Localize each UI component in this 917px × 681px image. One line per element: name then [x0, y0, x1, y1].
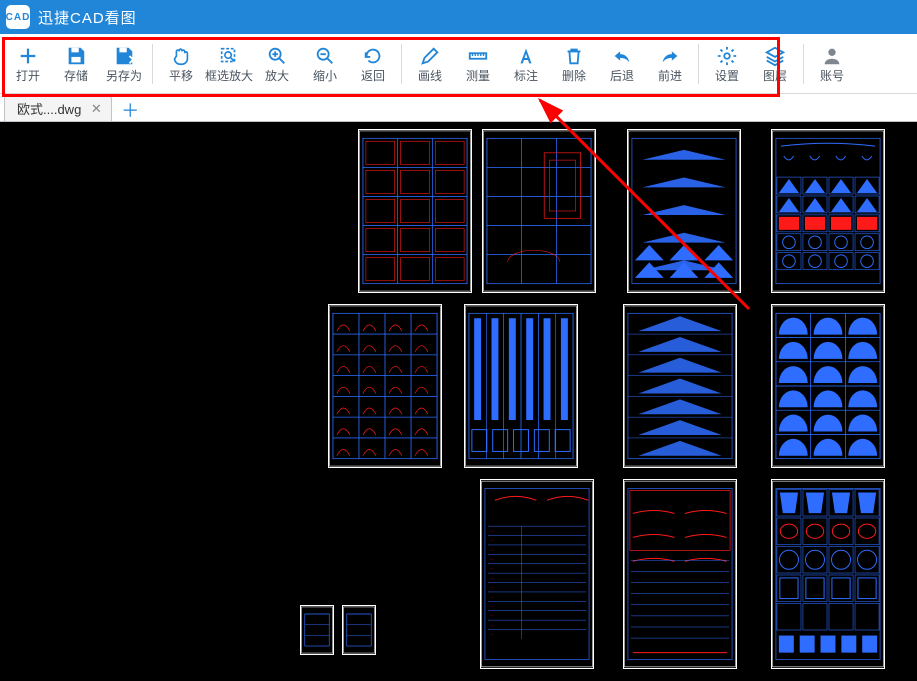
svg-text:—: —: [490, 529, 493, 533]
settings-button[interactable]: 设置: [703, 37, 751, 91]
account-button[interactable]: 账号: [808, 37, 856, 91]
cad-sheet[interactable]: [464, 304, 578, 468]
tab-bar: 欧式....dwg ✕ ＋: [0, 94, 917, 122]
annotate-button[interactable]: 标注: [502, 37, 550, 91]
toolbar-label: 存储: [64, 69, 88, 83]
save-as-icon: [113, 45, 135, 67]
tab-label: 欧式....dwg: [17, 99, 81, 118]
document-tab[interactable]: 欧式....dwg ✕: [4, 95, 112, 121]
line-button[interactable]: 画线: [406, 37, 454, 91]
toolbar-label: 打开: [16, 69, 40, 83]
toolbar-label: 测量: [466, 69, 490, 83]
cad-sheet[interactable]: [627, 129, 741, 293]
cad-sheet[interactable]: — — — — — — — — — — — —: [480, 479, 594, 669]
svg-text:—: —: [490, 576, 493, 580]
toolbar-divider: [803, 44, 804, 84]
toolbar-label: 前进: [658, 69, 682, 83]
toolbar-label: 缩小: [313, 69, 337, 83]
plus-icon: [17, 45, 39, 67]
svg-text:—: —: [490, 614, 493, 618]
svg-text:—: —: [490, 623, 493, 627]
toolbar-divider: [698, 44, 699, 84]
save-icon: [65, 45, 87, 67]
app-logo: CAD: [6, 5, 30, 29]
zoom-window-icon: [218, 45, 240, 67]
open-button[interactable]: 打开: [4, 37, 52, 91]
undo-button[interactable]: 后退: [598, 37, 646, 91]
toolbar-label: 平移: [169, 69, 193, 83]
cad-sheet[interactable]: [328, 304, 442, 468]
toolbar-divider: [152, 44, 153, 84]
text-icon: [515, 45, 537, 67]
zoom-out-icon: [314, 45, 336, 67]
redo-button[interactable]: 前进: [646, 37, 694, 91]
delete-button[interactable]: 删除: [550, 37, 598, 91]
hand-icon: [170, 45, 192, 67]
zoom-window-button[interactable]: 框选放大: [205, 37, 253, 91]
svg-text:—: —: [490, 548, 493, 552]
redo-icon: [659, 45, 681, 67]
add-tab-button[interactable]: ＋: [118, 99, 142, 121]
svg-text:—: —: [490, 595, 493, 599]
cad-sheet[interactable]: [623, 304, 737, 468]
svg-text:—: —: [490, 604, 493, 608]
cad-sheet[interactable]: [482, 129, 596, 293]
pan-button[interactable]: 平移: [157, 37, 205, 91]
cad-canvas[interactable]: — — — — — — — — — — — —: [0, 122, 917, 681]
title-bar: CAD 迅捷CAD看图: [0, 0, 917, 34]
back-button[interactable]: 返回: [349, 37, 397, 91]
ruler-icon: [467, 45, 489, 67]
measure-button[interactable]: 测量: [454, 37, 502, 91]
toolbar-label: 图层: [763, 69, 787, 83]
layers-button[interactable]: 图层: [751, 37, 799, 91]
cad-sheet[interactable]: [623, 479, 737, 669]
undo-icon: [611, 45, 633, 67]
toolbar-label: 标注: [514, 69, 538, 83]
cad-sheet[interactable]: [358, 129, 472, 293]
zoom-out-button[interactable]: 缩小: [301, 37, 349, 91]
layers-icon: [764, 45, 786, 67]
svg-text:—: —: [490, 557, 493, 561]
close-tab-icon[interactable]: ✕: [89, 102, 103, 116]
save-as-button[interactable]: 另存为: [100, 37, 148, 91]
main-toolbar: 打开 存储 另存为 平移框选放大放大 缩小 返回 画线 测量 标注 删除 后退 前进 设置 图层 账号: [0, 34, 917, 94]
trash-icon: [563, 45, 585, 67]
cad-sheet[interactable]: [771, 129, 885, 293]
toolbar-divider: [401, 44, 402, 84]
gear-icon: [716, 45, 738, 67]
zoom-in-button[interactable]: 放大: [253, 37, 301, 91]
pencil-icon: [419, 45, 441, 67]
user-icon: [821, 45, 843, 67]
toolbar-label: 框选放大: [205, 69, 253, 83]
cad-sheet[interactable]: [300, 605, 334, 655]
toolbar-label: 账号: [820, 69, 844, 83]
save-button[interactable]: 存储: [52, 37, 100, 91]
cad-sheet[interactable]: [342, 605, 376, 655]
app-title: 迅捷CAD看图: [38, 7, 137, 28]
toolbar-label: 放大: [265, 69, 289, 83]
svg-text:—: —: [490, 585, 493, 589]
cad-sheet[interactable]: [771, 304, 885, 468]
toolbar-label: 返回: [361, 69, 385, 83]
toolbar-label: 设置: [715, 69, 739, 83]
cad-sheet[interactable]: [771, 479, 885, 669]
return-icon: [362, 45, 384, 67]
toolbar-label: 删除: [562, 69, 586, 83]
svg-text:—: —: [490, 567, 493, 571]
svg-text:—: —: [490, 538, 493, 542]
toolbar-label: 后退: [610, 69, 634, 83]
svg-text:—: —: [490, 632, 493, 636]
toolbar-label: 另存为: [106, 69, 142, 83]
zoom-in-icon: [266, 45, 288, 67]
toolbar-label: 画线: [418, 69, 442, 83]
